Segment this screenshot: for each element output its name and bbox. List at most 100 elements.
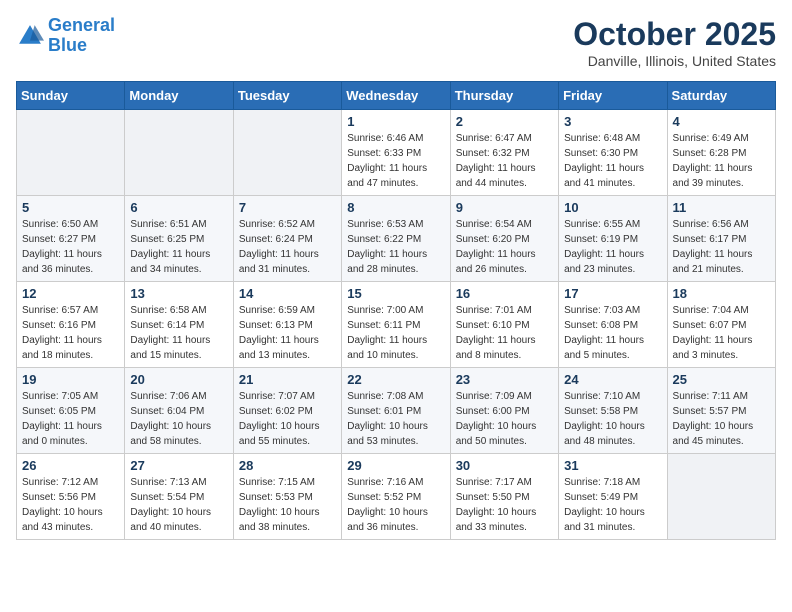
- weekday-header-thursday: Thursday: [450, 82, 558, 110]
- weekday-header-saturday: Saturday: [667, 82, 775, 110]
- calendar-cell: 2 Sunrise: 6:47 AMSunset: 6:32 PMDaylight…: [450, 110, 558, 196]
- calendar-cell: 14 Sunrise: 6:59 AMSunset: 6:13 PMDayligh…: [233, 282, 341, 368]
- calendar-cell: [17, 110, 125, 196]
- day-info: Sunrise: 6:57 AMSunset: 6:16 PMDaylight:…: [22, 303, 119, 363]
- calendar-table: SundayMondayTuesdayWednesdayThursdayFrid…: [16, 81, 776, 540]
- day-number: 30: [456, 458, 553, 473]
- logo-icon: [16, 22, 44, 50]
- day-number: 15: [347, 286, 444, 301]
- calendar-cell: 26Sunrise: 7:12 AMSunset: 5:56 PMDayligh…: [17, 454, 125, 540]
- day-info: Sunrise: 7:16 AMSunset: 5:52 PMDaylight:…: [347, 475, 444, 535]
- day-info: Sunrise: 6:54 AMSunset: 6:20 PMDaylight:…: [456, 217, 553, 277]
- day-number: 12: [22, 286, 119, 301]
- calendar-cell: 3 Sunrise: 6:48 AMSunset: 6:30 PMDaylight…: [559, 110, 667, 196]
- day-number: 19: [22, 372, 119, 387]
- day-info: Sunrise: 7:09 AMSunset: 6:00 PMDaylight:…: [456, 389, 553, 449]
- calendar-cell: 7Sunrise: 6:52 AMSunset: 6:24 PMDaylight…: [233, 196, 341, 282]
- day-number: 27: [130, 458, 227, 473]
- logo: General Blue: [16, 16, 115, 56]
- day-info: Sunrise: 6:48 AMSunset: 6:30 PMDaylight:…: [564, 131, 661, 191]
- calendar-cell: 30Sunrise: 7:17 AMSunset: 5:50 PMDayligh…: [450, 454, 558, 540]
- day-number: 28: [239, 458, 336, 473]
- day-number: 14: [239, 286, 336, 301]
- calendar-header-row: SundayMondayTuesdayWednesdayThursdayFrid…: [17, 82, 776, 110]
- day-number: 20: [130, 372, 227, 387]
- calendar-cell: 5 Sunrise: 6:50 AMSunset: 6:27 PMDaylight…: [17, 196, 125, 282]
- calendar-week-row: 1Sunrise: 6:46 AMSunset: 6:33 PMDaylight…: [17, 110, 776, 196]
- calendar-cell: [125, 110, 233, 196]
- day-number: 23: [456, 372, 553, 387]
- day-number: 9: [456, 200, 553, 215]
- calendar-cell: 10 Sunrise: 6:55 AMSunset: 6:19 PMDayligh…: [559, 196, 667, 282]
- calendar-cell: 11Sunrise: 6:56 AMSunset: 6:17 PMDayligh…: [667, 196, 775, 282]
- day-number: 7: [239, 200, 336, 215]
- calendar-title: October 2025: [573, 16, 776, 53]
- calendar-cell: 6Sunrise: 6:51 AMSunset: 6:25 PMDaylight…: [125, 196, 233, 282]
- day-number: 29: [347, 458, 444, 473]
- weekday-header-sunday: Sunday: [17, 82, 125, 110]
- calendar-cell: 1Sunrise: 6:46 AMSunset: 6:33 PMDaylight…: [342, 110, 450, 196]
- calendar-cell: 15 Sunrise: 7:00 AMSunset: 6:11 PMDayligh…: [342, 282, 450, 368]
- day-info: Sunrise: 7:13 AMSunset: 5:54 PMDaylight:…: [130, 475, 227, 535]
- calendar-week-row: 5 Sunrise: 6:50 AMSunset: 6:27 PMDaylight…: [17, 196, 776, 282]
- day-info: Sunrise: 7:08 AMSunset: 6:01 PMDaylight:…: [347, 389, 444, 449]
- day-number: 21: [239, 372, 336, 387]
- calendar-cell: 12 Sunrise: 6:57 AMSunset: 6:16 PMDayligh…: [17, 282, 125, 368]
- title-block: October 2025 Danville, Illinois, United …: [573, 16, 776, 69]
- calendar-cell: 4 Sunrise: 6:49 AMSunset: 6:28 PMDaylight…: [667, 110, 775, 196]
- day-info: Sunrise: 6:49 AMSunset: 6:28 PMDaylight:…: [673, 131, 770, 191]
- day-info: Sunrise: 6:50 AMSunset: 6:27 PMDaylight:…: [22, 217, 119, 277]
- calendar-cell: 28Sunrise: 7:15 AMSunset: 5:53 PMDayligh…: [233, 454, 341, 540]
- weekday-header-friday: Friday: [559, 82, 667, 110]
- day-info: Sunrise: 7:07 AMSunset: 6:02 PMDaylight:…: [239, 389, 336, 449]
- day-info: Sunrise: 6:47 AMSunset: 6:32 PMDaylight:…: [456, 131, 553, 191]
- calendar-week-row: 26Sunrise: 7:12 AMSunset: 5:56 PMDayligh…: [17, 454, 776, 540]
- day-info: Sunrise: 6:56 AMSunset: 6:17 PMDaylight:…: [673, 217, 770, 277]
- calendar-cell: 24Sunrise: 7:10 AMSunset: 5:58 PMDayligh…: [559, 368, 667, 454]
- day-info: Sunrise: 6:53 AMSunset: 6:22 PMDaylight:…: [347, 217, 444, 277]
- day-info: Sunrise: 7:06 AMSunset: 6:04 PMDaylight:…: [130, 389, 227, 449]
- day-number: 8: [347, 200, 444, 215]
- calendar-cell: 20 Sunrise: 7:06 AMSunset: 6:04 PMDayligh…: [125, 368, 233, 454]
- day-number: 2: [456, 114, 553, 129]
- calendar-cell: 8 Sunrise: 6:53 AMSunset: 6:22 PMDaylight…: [342, 196, 450, 282]
- day-info: Sunrise: 7:18 AMSunset: 5:49 PMDaylight:…: [564, 475, 661, 535]
- calendar-cell: [667, 454, 775, 540]
- day-number: 22: [347, 372, 444, 387]
- day-info: Sunrise: 6:59 AMSunset: 6:13 PMDaylight:…: [239, 303, 336, 363]
- calendar-cell: 29 Sunrise: 7:16 AMSunset: 5:52 PMDayligh…: [342, 454, 450, 540]
- weekday-header-monday: Monday: [125, 82, 233, 110]
- day-number: 10: [564, 200, 661, 215]
- logo-text: General Blue: [48, 16, 115, 56]
- day-number: 3: [564, 114, 661, 129]
- page-header: General Blue October 2025 Danville, Illi…: [16, 16, 776, 69]
- day-number: 4: [673, 114, 770, 129]
- day-number: 5: [22, 200, 119, 215]
- calendar-cell: 25 Sunrise: 7:11 AMSunset: 5:57 PMDayligh…: [667, 368, 775, 454]
- day-info: Sunrise: 7:00 AMSunset: 6:11 PMDaylight:…: [347, 303, 444, 363]
- calendar-subtitle: Danville, Illinois, United States: [573, 53, 776, 69]
- day-info: Sunrise: 7:03 AMSunset: 6:08 PMDaylight:…: [564, 303, 661, 363]
- calendar-cell: [233, 110, 341, 196]
- day-info: Sunrise: 7:12 AMSunset: 5:56 PMDaylight:…: [22, 475, 119, 535]
- weekday-header-wednesday: Wednesday: [342, 82, 450, 110]
- calendar-cell: 23 Sunrise: 7:09 AMSunset: 6:00 PMDayligh…: [450, 368, 558, 454]
- day-number: 18: [673, 286, 770, 301]
- day-number: 25: [673, 372, 770, 387]
- day-number: 24: [564, 372, 661, 387]
- day-info: Sunrise: 6:51 AMSunset: 6:25 PMDaylight:…: [130, 217, 227, 277]
- day-number: 17: [564, 286, 661, 301]
- day-info: Sunrise: 7:05 AMSunset: 6:05 PMDaylight:…: [22, 389, 119, 449]
- calendar-cell: 19 Sunrise: 7:05 AMSunset: 6:05 PMDayligh…: [17, 368, 125, 454]
- calendar-cell: 13Sunrise: 6:58 AMSunset: 6:14 PMDayligh…: [125, 282, 233, 368]
- calendar-week-row: 12 Sunrise: 6:57 AMSunset: 6:16 PMDayligh…: [17, 282, 776, 368]
- calendar-cell: 27 Sunrise: 7:13 AMSunset: 5:54 PMDayligh…: [125, 454, 233, 540]
- calendar-week-row: 19 Sunrise: 7:05 AMSunset: 6:05 PMDayligh…: [17, 368, 776, 454]
- day-info: Sunrise: 7:11 AMSunset: 5:57 PMDaylight:…: [673, 389, 770, 449]
- calendar-cell: 31Sunrise: 7:18 AMSunset: 5:49 PMDayligh…: [559, 454, 667, 540]
- calendar-cell: 21 Sunrise: 7:07 AMSunset: 6:02 PMDayligh…: [233, 368, 341, 454]
- day-info: Sunrise: 6:58 AMSunset: 6:14 PMDaylight:…: [130, 303, 227, 363]
- day-info: Sunrise: 7:01 AMSunset: 6:10 PMDaylight:…: [456, 303, 553, 363]
- day-info: Sunrise: 6:55 AMSunset: 6:19 PMDaylight:…: [564, 217, 661, 277]
- day-info: Sunrise: 6:46 AMSunset: 6:33 PMDaylight:…: [347, 131, 444, 191]
